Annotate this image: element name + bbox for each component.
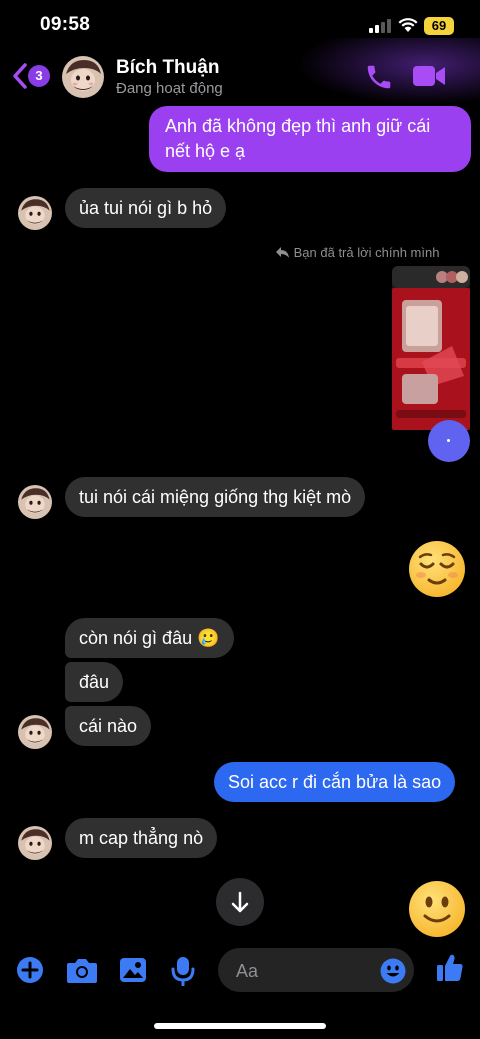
message-bubble-incoming[interactable]: tui nói cái miệng giống thg kiệt mò [65, 477, 366, 517]
sender-avatar[interactable] [18, 196, 52, 230]
reply-note-text: Bạn đã trả lời chính mình [293, 245, 440, 260]
status-time: 09:58 [40, 14, 91, 35]
microphone-icon[interactable] [171, 956, 195, 986]
reaction-button[interactable] [428, 420, 470, 462]
unread-count-badge: 3 [28, 65, 50, 87]
message-bubble-incoming[interactable]: cái nào [65, 706, 152, 746]
message-input-placeholder: Aa [236, 961, 259, 981]
message-bubble-incoming[interactable]: đâu [65, 662, 124, 702]
contact-status: Đang hoạt động [116, 80, 223, 97]
thumbs-up-icon[interactable] [436, 953, 464, 983]
scroll-down-arrow-icon [231, 891, 249, 913]
gallery-icon[interactable] [119, 956, 147, 984]
reply-note: Bạn đã trả lời chính mình [276, 245, 439, 260]
message-bubble-incoming[interactable]: m cap thẳng nò [65, 818, 218, 858]
back-button[interactable]: 3 [12, 62, 56, 90]
scroll-down-button[interactable] [216, 878, 264, 926]
back-chevron-icon [13, 63, 27, 89]
message-bubble-outgoing[interactable]: Anh đã không đẹp thì anh giữ cái nết hộ … [149, 106, 471, 172]
slightly-smiling-face-emoji[interactable] [408, 880, 466, 938]
conversation-header: 3 Bích Thuận Đang hoạt động [0, 38, 480, 104]
message-input[interactable]: Aa [218, 948, 414, 992]
relieved-face-emoji[interactable] [408, 540, 466, 598]
cellular-signal-icon [369, 19, 391, 33]
shared-image[interactable] [392, 266, 470, 430]
video-camera-icon[interactable] [412, 65, 446, 87]
plus-icon[interactable] [16, 956, 44, 984]
sender-avatar[interactable] [18, 715, 52, 749]
home-indicator[interactable] [154, 1023, 326, 1029]
camera-icon[interactable] [66, 956, 98, 984]
wifi-icon [398, 18, 418, 32]
message-bubble-outgoing[interactable]: Soi acc r đi cắn bửa là sao [214, 762, 456, 802]
sender-avatar[interactable] [18, 826, 52, 860]
message-bubble-incoming[interactable]: còn nói gì đâu 🥲 [65, 618, 234, 658]
sender-avatar[interactable] [18, 485, 52, 519]
reply-arrow-icon [276, 247, 289, 258]
composer-bar: Aa [0, 944, 480, 996]
contact-name[interactable]: Bích Thuận [116, 57, 219, 79]
message-bubble-incoming[interactable]: ủa tui nói gì b hỏ [65, 188, 227, 228]
emoji-icon[interactable] [380, 958, 406, 984]
battery-indicator: 69 [424, 17, 454, 35]
contact-avatar[interactable] [62, 56, 104, 98]
phone-icon[interactable] [364, 62, 394, 92]
